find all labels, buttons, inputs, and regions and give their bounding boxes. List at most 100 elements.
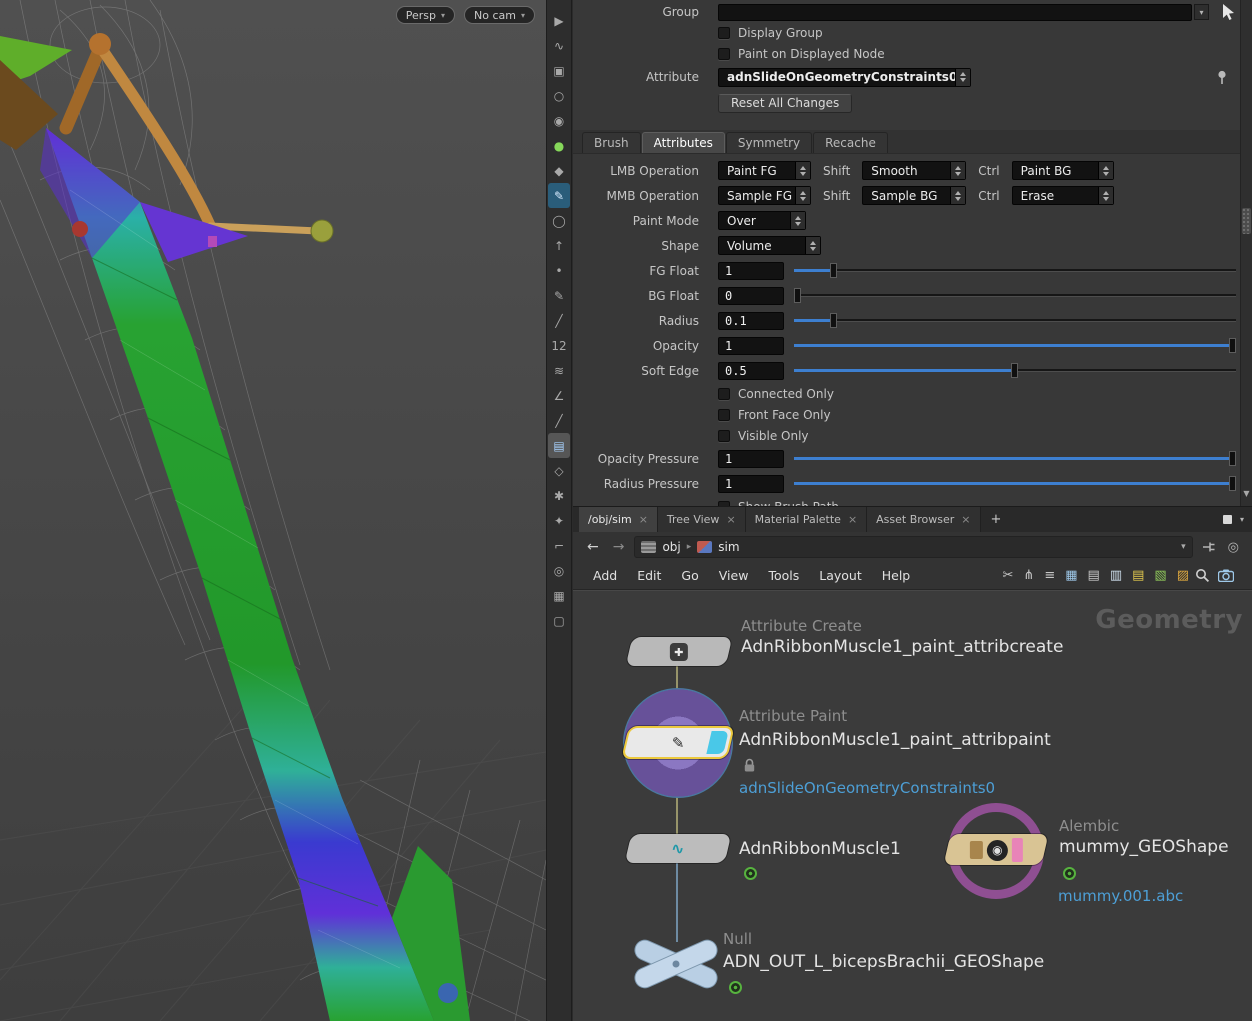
back-icon[interactable]: ←	[583, 539, 603, 555]
bg-float-input[interactable]	[718, 287, 784, 305]
bg-float-slider[interactable]	[794, 288, 1236, 303]
paint-layer-icon[interactable]: ▤	[548, 433, 570, 458]
node-attribute-create[interactable]: ✚	[626, 637, 733, 666]
numbered-tool-icon[interactable]: 12	[548, 333, 570, 358]
diamond-icon[interactable]: ◇	[548, 458, 570, 483]
fg-float-input[interactable]	[718, 262, 784, 280]
bulb-icon[interactable]: ○	[548, 83, 570, 108]
node-null-output[interactable]	[629, 939, 723, 989]
light-panel-icon[interactable]: ▢	[548, 608, 570, 633]
hook-icon[interactable]: ⌐	[548, 533, 570, 558]
persp-view-button[interactable]: Persp ▾	[396, 6, 455, 24]
laser-pointer-icon[interactable]: ●	[548, 133, 570, 158]
node-wire[interactable]	[676, 861, 678, 942]
paint-flag-stripe[interactable]	[706, 731, 728, 754]
spinner-icon[interactable]	[1098, 187, 1113, 204]
params-scrollbar[interactable]: ▼	[1240, 0, 1252, 506]
select-arrow-icon[interactable]: ▶	[548, 8, 570, 33]
target-icon[interactable]: ◎	[548, 558, 570, 583]
menu-go[interactable]: Go	[671, 568, 708, 583]
pane-menu-icon[interactable]: ▾	[1240, 515, 1244, 524]
figure-icon[interactable]: ◆	[548, 158, 570, 183]
path-field[interactable]: obj ▸ sim ▾	[634, 536, 1192, 558]
list-view-icon[interactable]: ≡	[1044, 568, 1055, 583]
shelf-icon[interactable]: ▨	[1177, 568, 1189, 583]
node-alembic[interactable]: ◉	[943, 834, 1048, 865]
screen-pane-icon[interactable]: ▥	[1110, 568, 1122, 583]
menu-tools[interactable]: Tools	[758, 568, 809, 583]
viewport-3d[interactable]: Persp ▾ No cam ▾	[0, 0, 546, 1021]
menu-help[interactable]: Help	[872, 568, 921, 583]
tree-view-icon[interactable]: ⋔	[1023, 568, 1034, 583]
node-name-label[interactable]: AdnRibbonMuscle1_paint_attribpaint	[739, 730, 1051, 750]
menu-edit[interactable]: Edit	[627, 568, 671, 583]
front-face-only-checkbox[interactable]	[718, 409, 730, 421]
paint-displayed-checkbox[interactable]	[718, 48, 730, 60]
ring-tool-icon[interactable]: ◯	[548, 208, 570, 233]
select-group-arrow-icon[interactable]	[1222, 4, 1236, 20]
fg-float-slider[interactable]	[794, 263, 1236, 278]
group-input[interactable]	[718, 4, 1192, 21]
snowflake-icon[interactable]: ✱	[548, 483, 570, 508]
mmb-ctrl-select[interactable]: Erase	[1012, 186, 1114, 205]
opacity-pressure-slider[interactable]	[794, 451, 1236, 466]
lmb-shift-select[interactable]: Smooth	[862, 161, 966, 180]
node-name-label[interactable]: AdnRibbonMuscle1	[739, 839, 901, 859]
pane-tab-obj-sim[interactable]: /obj/sim×	[579, 507, 658, 532]
link-target-icon[interactable]: ◎	[1225, 540, 1242, 555]
search-icon[interactable]	[1195, 568, 1210, 583]
radius-pressure-slider[interactable]	[794, 476, 1236, 491]
brush-icon[interactable]: ✎	[548, 283, 570, 308]
soft-edge-slider[interactable]	[794, 363, 1236, 378]
alembic-file-link[interactable]: mummy.001.abc	[1058, 887, 1183, 905]
tab-attributes[interactable]: Attributes	[642, 132, 725, 153]
sculpt-icon[interactable]: ≋	[548, 358, 570, 383]
tab-close-icon[interactable]: ×	[639, 513, 648, 526]
tab-brush[interactable]: Brush	[582, 132, 641, 153]
attribute-pin-icon[interactable]	[1216, 70, 1228, 85]
snapshot-camera-icon[interactable]	[1218, 569, 1234, 582]
mmb-shift-select[interactable]: Sample BG	[862, 186, 966, 205]
display-group-checkbox[interactable]	[718, 27, 730, 39]
opacity-input[interactable]	[718, 337, 784, 355]
paint-mode-select[interactable]: Over	[718, 211, 806, 230]
pen-icon[interactable]: ╱	[548, 308, 570, 333]
menu-add[interactable]: Add	[583, 568, 627, 583]
pane-tab-asset-browser[interactable]: Asset Browser×	[867, 507, 980, 532]
shape-select[interactable]: Volume	[718, 236, 821, 255]
spinner-icon[interactable]	[950, 187, 965, 204]
connected-only-checkbox[interactable]	[718, 388, 730, 400]
breadcrumb-obj[interactable]: obj	[662, 540, 680, 554]
node-attribute-link[interactable]: adnSlideOnGeometryConstraints0	[739, 779, 995, 797]
radius-slider[interactable]	[794, 313, 1236, 328]
radius-pressure-input[interactable]	[718, 475, 784, 493]
forward-icon[interactable]: →	[609, 539, 629, 555]
angle-ruler-icon[interactable]: ∠	[548, 383, 570, 408]
pane-tab-tree-view[interactable]: Tree View×	[658, 507, 746, 532]
new-tab-button[interactable]: +	[981, 507, 1012, 532]
pin-pane-icon[interactable]	[1199, 540, 1219, 554]
menu-layout[interactable]: Layout	[809, 568, 872, 583]
tab-symmetry[interactable]: Symmetry	[726, 132, 812, 153]
spinner-icon[interactable]	[805, 237, 820, 254]
node-attribute-paint[interactable]: ✎	[621, 726, 735, 759]
spinner-icon[interactable]	[950, 162, 965, 179]
attribute-select[interactable]: adnSlideOnGeometryConstraints0 (Float)	[718, 68, 971, 87]
scrollbar-handle[interactable]	[1242, 208, 1251, 234]
tab-recache[interactable]: Recache	[813, 132, 888, 153]
soft-edge-input[interactable]	[718, 362, 784, 380]
lmb-ctrl-select[interactable]: Paint BG	[1012, 161, 1114, 180]
opacity-slider[interactable]	[794, 338, 1236, 353]
lock-icon[interactable]: ▣	[548, 58, 570, 83]
camera-select-button[interactable]: No cam ▾	[464, 6, 535, 24]
image-plane-icon[interactable]: ▦	[548, 583, 570, 608]
shears-icon[interactable]: ✂	[1003, 568, 1014, 583]
path-menu-icon[interactable]: ▾	[1181, 542, 1186, 552]
sparkle-icon[interactable]: ✦	[548, 508, 570, 533]
node-name-label[interactable]: ADN_OUT_L_bicepsBrachii_GEOShape	[723, 952, 1044, 972]
slope-icon[interactable]: ╱	[548, 408, 570, 433]
sticky-note-icon[interactable]: ▤	[1132, 568, 1144, 583]
visible-only-checkbox[interactable]	[718, 430, 730, 442]
breadcrumb-sim[interactable]: sim	[718, 540, 739, 554]
scroll-down-icon[interactable]: ▼	[1241, 489, 1252, 498]
